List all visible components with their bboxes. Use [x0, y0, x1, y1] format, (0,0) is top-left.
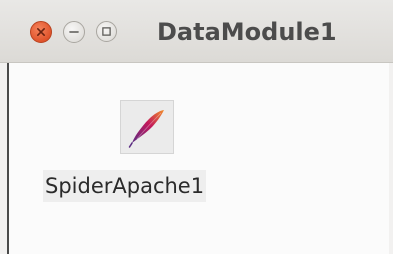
maximize-icon: [102, 27, 111, 36]
minimize-button[interactable]: [63, 21, 85, 43]
title-bar[interactable]: DataModule1: [0, 0, 393, 63]
datamodule-window: DataModule1 SpiderApache1: [0, 0, 393, 254]
apache-feather-icon: [128, 110, 164, 148]
close-button[interactable]: [30, 21, 52, 43]
designer-surface[interactable]: SpiderApache1: [7, 63, 389, 254]
component-label[interactable]: SpiderApache1: [43, 170, 207, 202]
minimize-icon: [69, 31, 79, 33]
close-icon: [37, 28, 45, 36]
window-title: DataModule1: [157, 18, 337, 46]
maximize-button[interactable]: [96, 21, 117, 42]
component-icon-spiderapache[interactable]: [120, 100, 174, 154]
